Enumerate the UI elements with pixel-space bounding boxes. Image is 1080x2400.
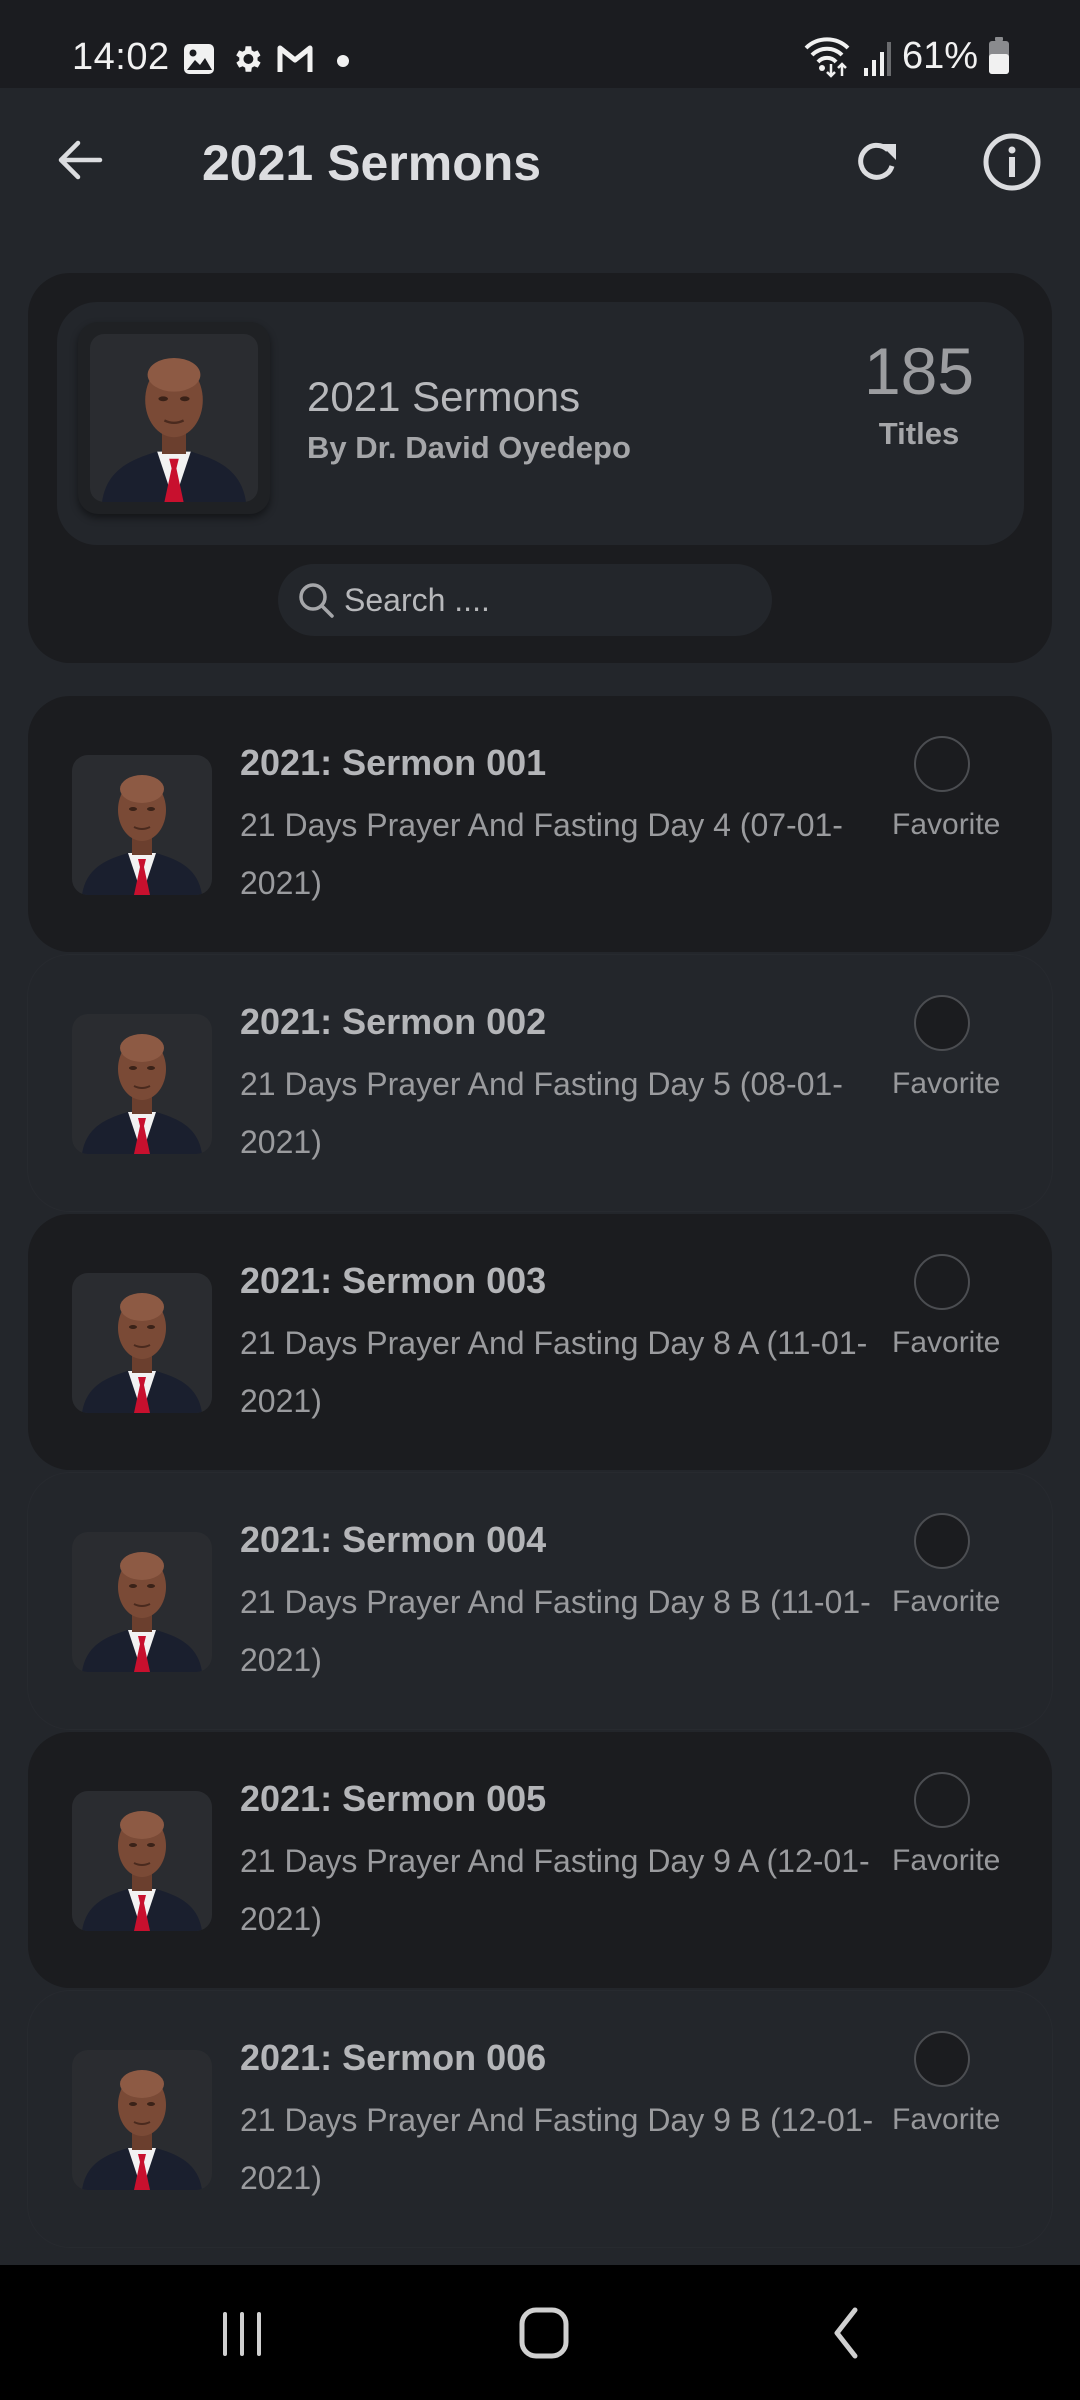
sermon-title: 2021: Sermon 004 <box>240 1519 547 1560</box>
portrait-image <box>90 334 258 502</box>
favorite-radio-icon[interactable] <box>914 995 970 1051</box>
sermon-title: 2021: Sermon 006 <box>240 2037 547 2078</box>
notification-dot-icon <box>337 55 349 67</box>
refresh-icon <box>858 142 896 180</box>
arrow-left-icon <box>58 140 103 180</box>
search-icon <box>299 583 334 618</box>
favorite-toggle[interactable]: Favorite <box>892 995 1001 1101</box>
author-portrait <box>90 334 258 502</box>
sermon-list-item[interactable]: 2021: Sermon 003 21 Days Prayer And Fast… <box>28 1214 1052 1470</box>
favorite-label: Favorite <box>892 2103 1001 2136</box>
page-title: 2021 Sermons <box>202 135 542 191</box>
favorite-label: Favorite <box>892 1067 1001 1100</box>
sermon-description: 21 Days Prayer And Fasting Day 9 A (12-0… <box>240 1843 870 1937</box>
favorite-label: Favorite <box>892 1844 1001 1877</box>
back-button[interactable] <box>48 128 112 192</box>
app-bar: 2021 Sermons <box>0 88 1080 248</box>
portrait-image <box>72 755 212 895</box>
collection-title: 2021 Sermons <box>307 373 581 420</box>
sermon-title: 2021: Sermon 001 <box>240 742 547 783</box>
favorite-radio-icon[interactable] <box>914 1254 970 1310</box>
home-icon <box>519 2307 569 2358</box>
portrait-image <box>72 1273 212 1413</box>
collection-author: By Dr. David Oyedepo <box>307 430 631 465</box>
sermon-list-item[interactable]: 2021: Sermon 004 21 Days Prayer And Fast… <box>28 1473 1052 1729</box>
back-icon <box>834 2307 858 2358</box>
sermon-thumbnail <box>72 1273 212 1413</box>
favorite-toggle[interactable]: Favorite <box>892 1254 1001 1360</box>
sermon-description: 21 Days Prayer And Fasting Day 5 (08-01-… <box>240 1066 843 1160</box>
system-nav-bar <box>0 2265 1080 2400</box>
favorite-label: Favorite <box>892 1326 1001 1359</box>
system-back-button[interactable] <box>786 2265 906 2400</box>
battery-icon <box>989 37 1009 74</box>
info-button[interactable] <box>978 128 1046 196</box>
sermon-list-item[interactable]: 2021: Sermon 006 21 Days Prayer And Fast… <box>28 1991 1052 2247</box>
gallery-icon <box>184 44 214 74</box>
recent-apps-button[interactable] <box>182 2265 302 2400</box>
sermon-thumbnail <box>72 755 212 895</box>
favorite-toggle[interactable]: Favorite <box>892 1772 1001 1878</box>
portrait-image <box>72 1532 212 1672</box>
home-button[interactable] <box>484 2265 604 2400</box>
search-input[interactable] <box>344 581 764 619</box>
sermon-description: 21 Days Prayer And Fasting Day 8 B (11-0… <box>240 1584 871 1678</box>
sermon-description: 21 Days Prayer And Fasting Day 9 B (12-0… <box>240 2102 874 2196</box>
recent-apps-icon <box>223 2311 261 2356</box>
collection-cover-frame <box>78 322 270 514</box>
wifi-icon <box>804 37 850 78</box>
gmail-icon <box>277 45 313 72</box>
sermon-list-item[interactable]: 2021: Sermon 001 21 Days Prayer And Fast… <box>28 696 1052 952</box>
sermon-description: 21 Days Prayer And Fasting Day 8 A (11-0… <box>240 1325 868 1419</box>
sermon-list-item[interactable]: 2021: Sermon 005 21 Days Prayer And Fast… <box>28 1732 1052 1988</box>
favorite-label: Favorite <box>892 1585 1001 1618</box>
sermon-title: 2021: Sermon 002 <box>240 1001 547 1042</box>
status-time: 14:02 <box>72 36 170 78</box>
sermon-title: 2021: Sermon 003 <box>240 1260 547 1301</box>
sermon-thumbnail <box>72 2050 212 2190</box>
refresh-button[interactable] <box>846 130 910 194</box>
sermon-description: 21 Days Prayer And Fasting Day 4 (07-01-… <box>240 807 843 901</box>
title-count-label: Titles <box>878 416 960 451</box>
sermon-thumbnail <box>72 1791 212 1931</box>
favorite-toggle[interactable]: Favorite <box>892 2031 1001 2137</box>
status-bar: 14:02 61% <box>0 0 1080 88</box>
sermon-thumbnail <box>72 1014 212 1154</box>
favorite-radio-icon[interactable] <box>914 736 970 792</box>
search-bar[interactable] <box>278 564 772 636</box>
favorite-radio-icon[interactable] <box>914 1772 970 1828</box>
info-icon <box>983 133 1041 191</box>
portrait-image <box>72 2050 212 2190</box>
favorite-radio-icon[interactable] <box>914 2031 970 2087</box>
sermon-title: 2021: Sermon 005 <box>240 1778 547 1819</box>
title-count: 185 Titles <box>854 338 984 452</box>
sermon-list-item[interactable]: 2021: Sermon 002 21 Days Prayer And Fast… <box>28 955 1052 1211</box>
settings-gear-icon <box>236 46 261 72</box>
battery-percent: 61% <box>901 34 978 77</box>
favorite-toggle[interactable]: Favorite <box>892 1513 1001 1619</box>
collection-info-panel: 2021 Sermons By Dr. David Oyedepo 185 Ti… <box>57 302 1024 545</box>
favorite-label: Favorite <box>892 808 1001 841</box>
portrait-image <box>72 1014 212 1154</box>
favorite-radio-icon[interactable] <box>914 1513 970 1569</box>
signal-icon <box>863 42 891 76</box>
sermon-thumbnail <box>72 1532 212 1672</box>
collection-header-card: 2021 Sermons By Dr. David Oyedepo 185 Ti… <box>28 273 1052 663</box>
favorite-toggle[interactable]: Favorite <box>892 736 1001 842</box>
portrait-image <box>72 1791 212 1931</box>
title-count-number: 185 <box>863 334 975 408</box>
